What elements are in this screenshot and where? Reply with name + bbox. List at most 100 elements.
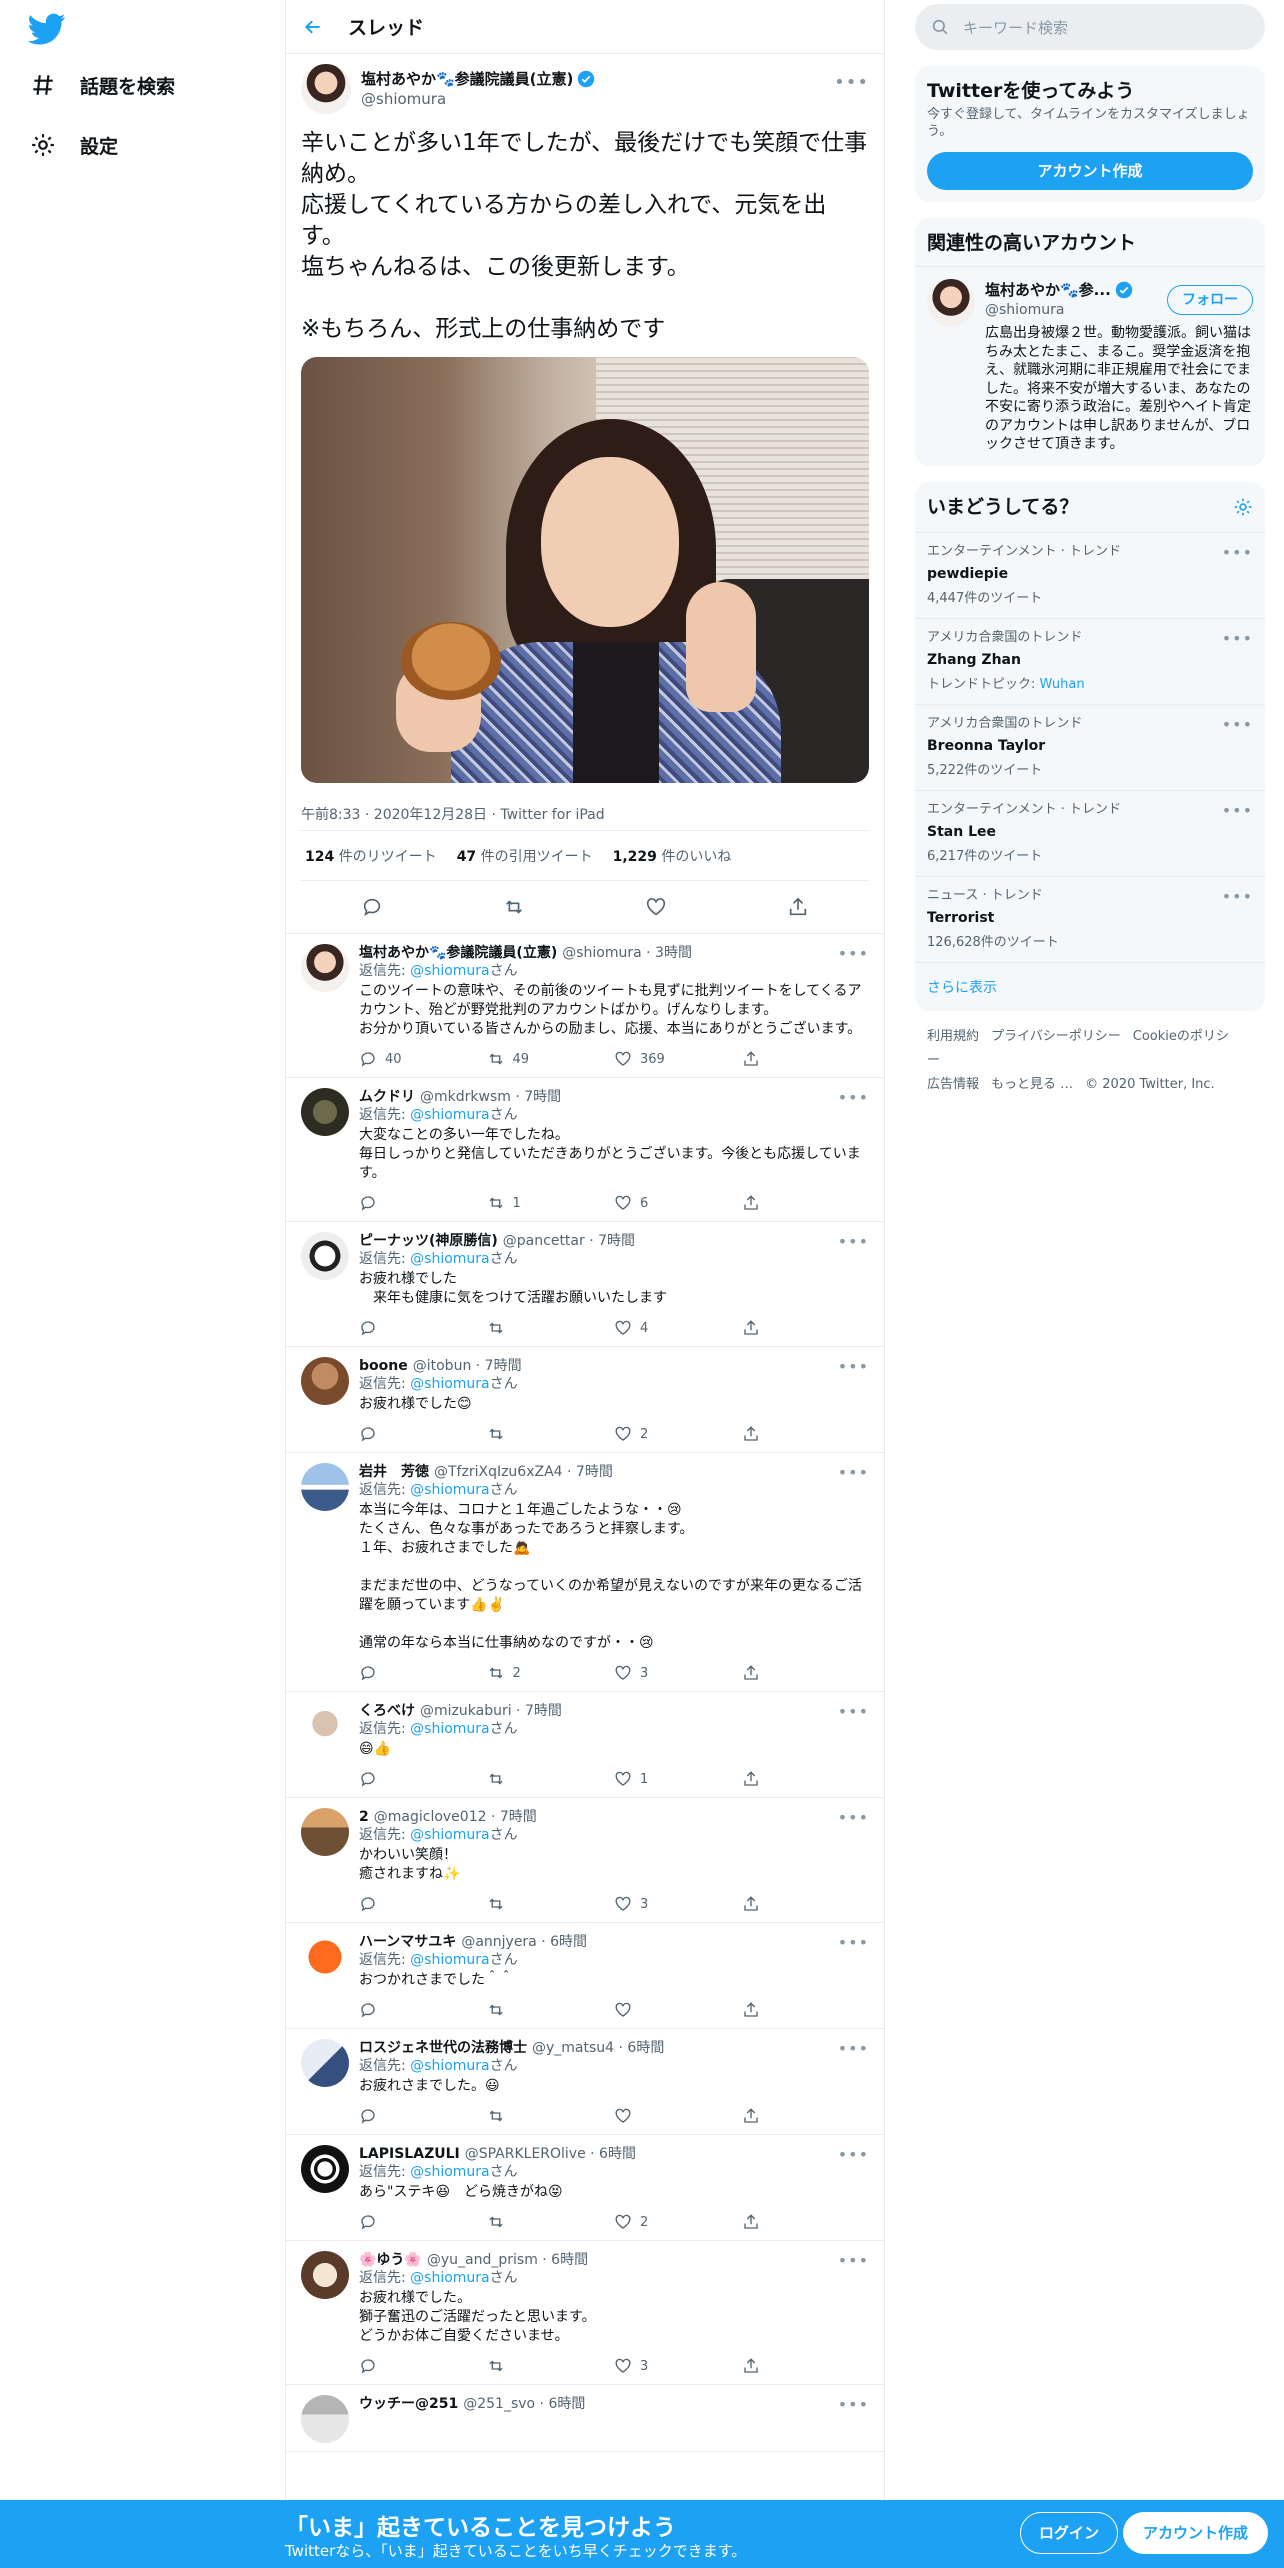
avatar[interactable] — [301, 1357, 349, 1405]
more-options-icon[interactable]: ••• — [834, 72, 869, 93]
trend-item[interactable]: ニュース · トレンド Terrorist 126,628件のツイート ••• — [915, 875, 1265, 962]
reply-tweet[interactable]: ピーナッツ(神原勝信) @pancettar · 7時間 返信先: @shiomur… — [286, 1222, 884, 1347]
retweet-icon[interactable] — [487, 1895, 505, 1913]
reply-to-link[interactable]: @shiomura — [410, 2164, 489, 2180]
reply-tweet[interactable]: 岩井 芳徳 @TfzriXqIzu6xZA4 · 7時間 返信先: @shiomur… — [286, 1453, 884, 1692]
related-account[interactable]: 塩村あやか🐾参... @shiomura フォロー 広島出身被爆２世。動物愛護派… — [915, 266, 1265, 466]
reply-to-link[interactable]: @shiomura — [410, 1376, 489, 1392]
retweet-count[interactable]: 124 件のリツイート — [305, 846, 437, 866]
share-icon[interactable] — [742, 2001, 760, 2019]
reply-icon[interactable] — [359, 1895, 377, 1913]
like-icon[interactable] — [614, 1664, 632, 1682]
like-icon[interactable] — [614, 1194, 632, 1212]
retweet-icon[interactable] — [487, 1664, 505, 1682]
show-more-link[interactable]: さらに表示 — [915, 961, 1265, 1011]
more-options-icon[interactable]: ••• — [838, 2039, 869, 2058]
reply-icon[interactable] — [359, 1319, 377, 1337]
reply-icon[interactable] — [359, 1770, 377, 1788]
reply-author-name[interactable]: boone — [359, 1357, 408, 1375]
nav-explore[interactable]: 話題を検索 — [30, 65, 175, 105]
reply-author-name[interactable]: 塩村あやか🐾参議院議員(立憲) — [359, 944, 557, 962]
avatar[interactable] — [301, 2145, 349, 2193]
reply-tweet[interactable]: ロスジェネ世代の法務博士 @y_matsu4 · 6時間 返信先: @shiomur… — [286, 2029, 884, 2135]
trend-item[interactable]: エンターテインメント · トレンド Stan Lee 6,217件のツイート ••• — [915, 789, 1265, 876]
reply-to-link[interactable]: @shiomura — [410, 1251, 489, 1267]
retweet-icon[interactable] — [487, 2357, 505, 2375]
share-icon[interactable] — [742, 2213, 760, 2231]
reply-icon[interactable] — [359, 2107, 377, 2125]
reply-author-handle[interactable]: @magiclove012 · 7時間 — [374, 1808, 537, 1826]
reply-tweet[interactable]: ハーンマサユキ @annjyera · 6時間 返信先: @shiomuraさん おつ… — [286, 1923, 884, 2029]
share-icon[interactable] — [742, 1319, 760, 1337]
share-icon[interactable] — [742, 2107, 760, 2125]
more-options-icon[interactable]: ••• — [838, 1702, 869, 1721]
reply-tweet[interactable]: ウッチー@251 @251_svo · 6時間 ••• — [286, 2385, 884, 2452]
author-name[interactable]: 塩村あやか🐾参議院議員(立憲) — [361, 69, 573, 89]
reply-author-name[interactable]: 2 — [359, 1808, 369, 1826]
reply-icon[interactable] — [359, 2213, 377, 2231]
reply-tweet[interactable]: 🌸ゆう🌸 @yu_and_prism · 6時間 返信先: @shiomuraさんお… — [286, 2241, 884, 2385]
reply-to-link[interactable]: @shiomura — [410, 1952, 489, 1968]
reply-author-name[interactable]: ウッチー@251 — [359, 2395, 458, 2413]
like-icon[interactable] — [614, 2357, 632, 2375]
more-options-icon[interactable]: ••• — [1222, 629, 1253, 648]
reply-tweet[interactable]: 塩村あやか🐾参議院議員(立憲) @shiomura · 3時間 返信先: @shio… — [286, 934, 884, 1078]
reply-author-handle[interactable]: @annjyera · 6時間 — [461, 1933, 587, 1951]
avatar[interactable] — [301, 1933, 349, 1981]
reply-tweet[interactable]: LAPISLAZULI @SPARKLEROlive · 6時間 返信先: @shi… — [286, 2135, 884, 2241]
reply-author-handle[interactable]: @shiomura · 3時間 — [562, 944, 692, 962]
like-icon[interactable] — [614, 1425, 632, 1443]
retweet-icon[interactable] — [487, 1050, 505, 1068]
share-icon[interactable] — [742, 1770, 760, 1788]
signup-button[interactable]: アカウント作成 — [1123, 2512, 1269, 2554]
reply-author-handle[interactable]: @mizukaburi · 7時間 — [420, 1702, 562, 1720]
trend-item[interactable]: アメリカ合衆国のトレンド Breonna Taylor 5,222件のツイート ••• — [915, 703, 1265, 790]
tweet-photo[interactable] — [301, 357, 869, 783]
reply-author-name[interactable]: 岩井 芳徳 — [359, 1463, 429, 1481]
reply-to-link[interactable]: @shiomura — [410, 1107, 489, 1123]
trend-topic-link[interactable]: Wuhan — [1040, 677, 1085, 692]
like-icon[interactable] — [614, 2107, 632, 2125]
like-icon[interactable] — [614, 1770, 632, 1788]
retweet-icon[interactable] — [487, 2001, 505, 2019]
more-options-icon[interactable]: ••• — [838, 1088, 869, 1107]
reply-author-name[interactable]: ハーンマサユキ — [359, 1933, 456, 1951]
avatar[interactable] — [301, 944, 349, 992]
create-account-button[interactable]: アカウント作成 — [927, 152, 1253, 190]
more-options-icon[interactable]: ••• — [1222, 543, 1253, 562]
reply-author-name[interactable]: ロスジェネ世代の法務博士 — [359, 2039, 527, 2057]
retweet-icon[interactable] — [503, 896, 525, 918]
like-icon[interactable] — [614, 2001, 632, 2019]
twitter-logo-icon[interactable] — [28, 10, 66, 48]
avatar[interactable] — [927, 279, 975, 327]
share-icon[interactable] — [742, 2357, 760, 2375]
reply-to-link[interactable]: @shiomura — [410, 1482, 489, 1498]
avatar[interactable] — [301, 1463, 349, 1511]
follow-button[interactable]: フォロー — [1167, 284, 1253, 315]
reply-author-handle[interactable]: @pancettar · 7時間 — [503, 1232, 635, 1250]
retweet-icon[interactable] — [487, 1425, 505, 1443]
reply-author-name[interactable]: 🌸ゆう🌸 — [359, 2251, 422, 2269]
reply-icon[interactable] — [359, 1425, 377, 1443]
avatar[interactable] — [301, 1232, 349, 1280]
like-icon[interactable] — [614, 2213, 632, 2231]
reply-tweet[interactable]: boone @itobun · 7時間 返信先: @shiomuraさん お疲れ様でし… — [286, 1347, 884, 1453]
nav-settings[interactable]: 設定 — [30, 125, 118, 165]
privacy-link[interactable]: プライバシーポリシー — [991, 1029, 1121, 1044]
share-icon[interactable] — [742, 1050, 760, 1068]
reply-to-link[interactable]: @shiomura — [410, 1721, 489, 1737]
reply-author-handle[interactable]: @SPARKLEROlive · 6時間 — [465, 2145, 636, 2163]
reply-author-handle[interactable]: @itobun · 7時間 — [413, 1357, 522, 1375]
author-handle[interactable]: @shiomura — [361, 89, 595, 109]
reply-author-handle[interactable]: @y_matsu4 · 6時間 — [532, 2039, 664, 2057]
back-button[interactable] — [296, 10, 330, 44]
retweet-icon[interactable] — [487, 2107, 505, 2125]
ads-link[interactable]: 広告情報 — [927, 1077, 979, 1092]
avatar[interactable] — [301, 64, 351, 114]
like-icon[interactable] — [614, 1050, 632, 1068]
share-icon[interactable] — [742, 1895, 760, 1913]
more-options-icon[interactable]: ••• — [838, 2395, 869, 2414]
reply-author-name[interactable]: ムクドリ — [359, 1088, 415, 1106]
related-name[interactable]: 塩村あやか🐾参... — [985, 279, 1111, 300]
reply-icon[interactable] — [359, 1664, 377, 1682]
